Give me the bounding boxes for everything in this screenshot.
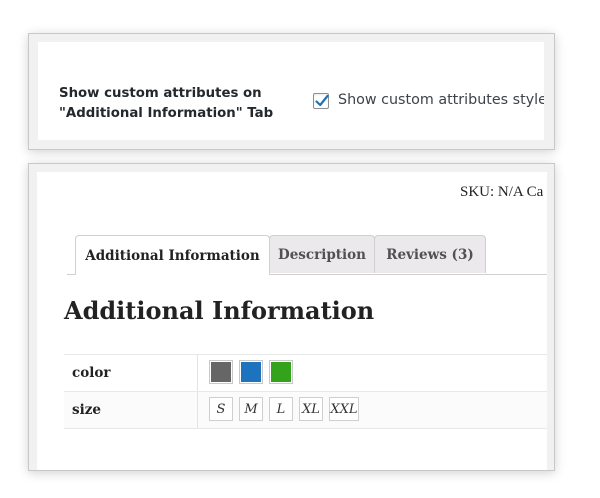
size-option-s[interactable]: S: [209, 397, 233, 421]
attribute-name: color: [72, 365, 111, 381]
product-panel: SKU: N/A Ca Additional Information Descr…: [28, 163, 555, 471]
size-option-xxl[interactable]: XXL: [329, 397, 359, 421]
swatch-fill: [271, 362, 291, 382]
product-card: SKU: N/A Ca Additional Information Descr…: [37, 172, 547, 470]
checkmark-icon: [315, 94, 329, 107]
color-swatch-blue[interactable]: [239, 360, 263, 384]
show-attributes-checkbox[interactable]: [313, 93, 329, 109]
tab-additional-information[interactable]: Additional Information: [75, 235, 270, 275]
section-heading: Additional Information: [64, 296, 375, 325]
size-option-xl[interactable]: XL: [299, 397, 323, 421]
tab-description[interactable]: Description: [269, 235, 375, 273]
checkbox-label[interactable]: Show custom attributes style o: [338, 92, 544, 108]
sku-meta: SKU: N/A Ca: [460, 184, 544, 200]
swatch-fill: [211, 362, 231, 382]
setting-label: Show custom attributes on "Additional In…: [59, 86, 274, 121]
attribute-row-size: size S M L XL XXL: [64, 391, 547, 429]
swatch-fill: [241, 362, 261, 382]
settings-panel: Show custom attributes on "Additional In…: [28, 33, 555, 150]
tab-reviews[interactable]: Reviews (3): [374, 235, 486, 273]
attributes-table: color size S M L XL XXL: [64, 354, 547, 429]
size-option-l[interactable]: L: [269, 397, 293, 421]
attribute-name: size: [72, 402, 101, 418]
column-divider: [197, 355, 198, 391]
color-swatch-green[interactable]: [269, 360, 293, 384]
color-swatch-gray[interactable]: [209, 360, 233, 384]
column-divider: [197, 392, 198, 428]
attribute-row-color: color: [64, 354, 547, 391]
size-option-m[interactable]: M: [239, 397, 263, 421]
settings-card: Show custom attributes on "Additional In…: [38, 42, 544, 140]
